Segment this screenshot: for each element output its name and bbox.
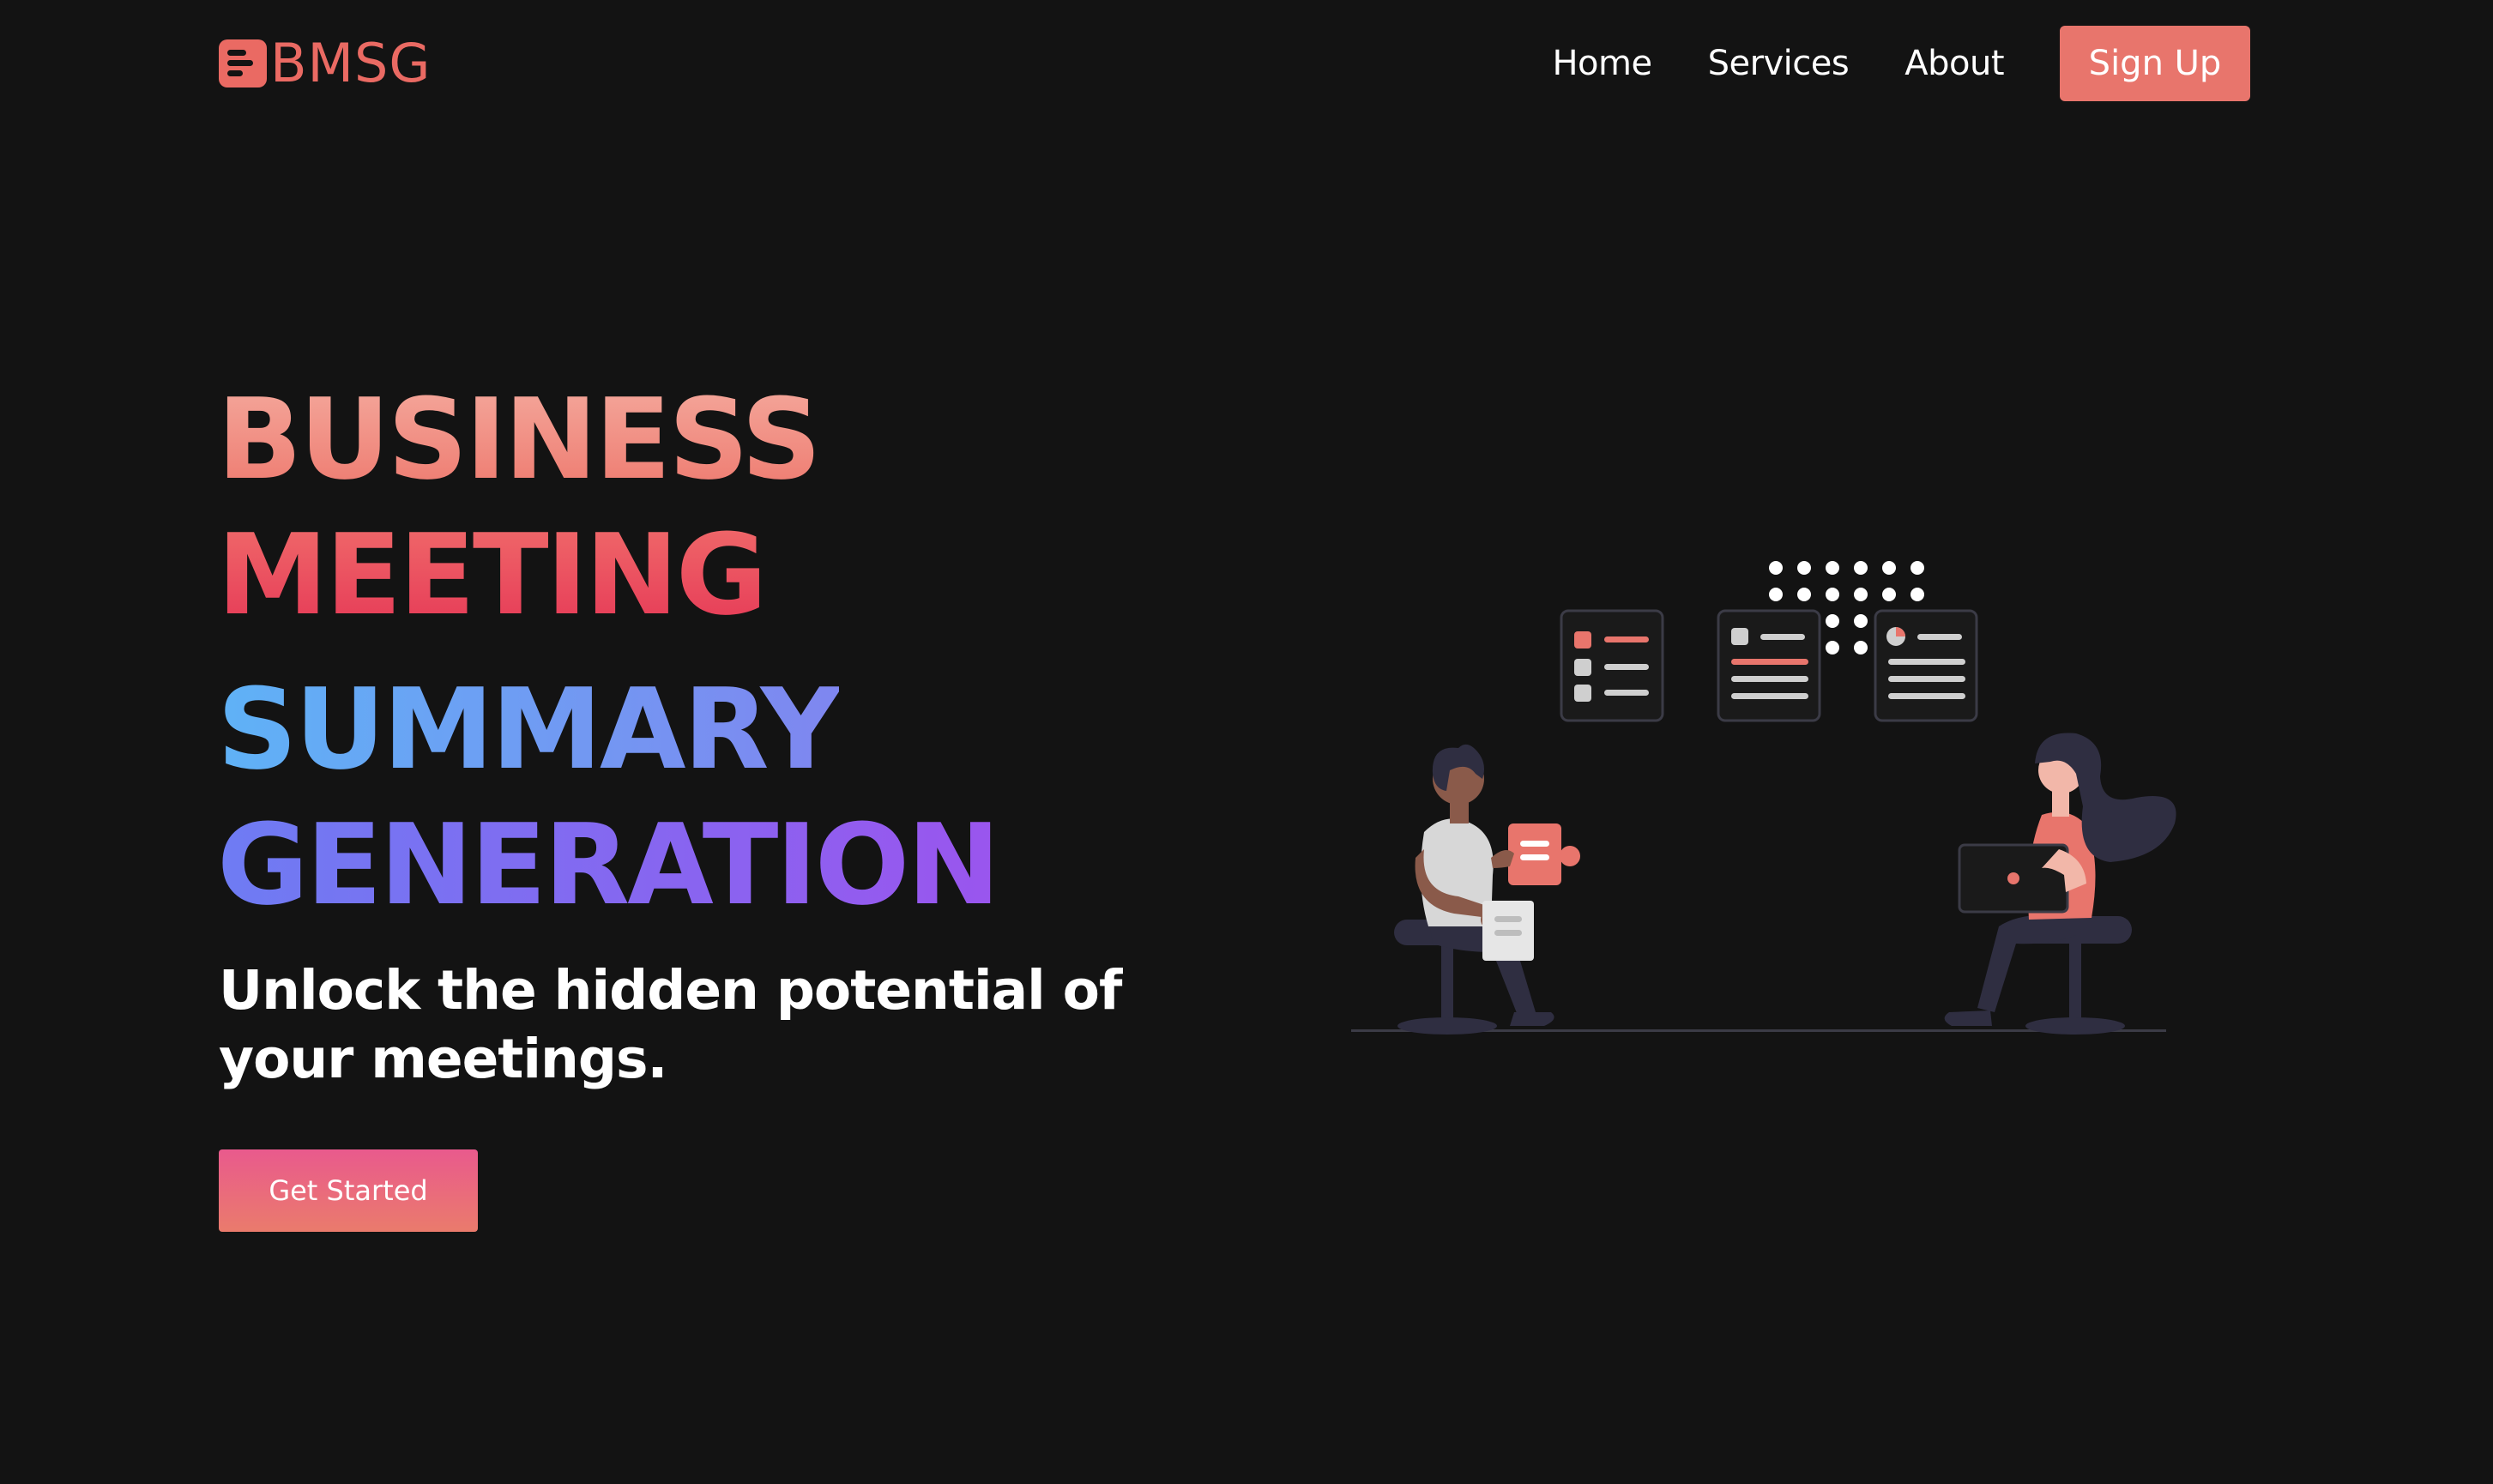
hero-headline-line-1: BUSINESS — [217, 374, 822, 504]
woman-figure — [1944, 733, 2176, 1035]
hero-headline-line-2: MEETING — [217, 510, 768, 640]
logo-mark-icon — [219, 39, 267, 87]
landing-page: BMSG Home Services About Sign Up BUSINES… — [0, 0, 2493, 1484]
main-nav: Home Services About Sign Up — [1552, 26, 2250, 101]
brand-logo[interactable]: BMSG — [219, 32, 432, 94]
hero-headline-line-4: GENERATION — [217, 799, 1000, 930]
get-started-button[interactable]: Get Started — [219, 1149, 478, 1232]
hero-tagline: Unlock the hidden potential of your meet… — [219, 959, 1122, 1090]
nav-link-services[interactable]: Services — [1708, 44, 1850, 83]
nav-link-home[interactable]: Home — [1552, 44, 1652, 83]
nav-link-about[interactable]: About — [1904, 44, 2004, 83]
signup-button[interactable]: Sign Up — [2060, 26, 2250, 101]
checklist-card-icon — [1560, 609, 1664, 722]
hero-headline-line-3: SUMMARY — [217, 664, 842, 794]
report-card-icon — [1874, 609, 1978, 722]
brand-name: BMSG — [270, 32, 432, 94]
meeting-illustration — [1351, 561, 2176, 1035]
summary-card-icon — [1717, 609, 1821, 722]
man-figure — [1394, 744, 1580, 1035]
